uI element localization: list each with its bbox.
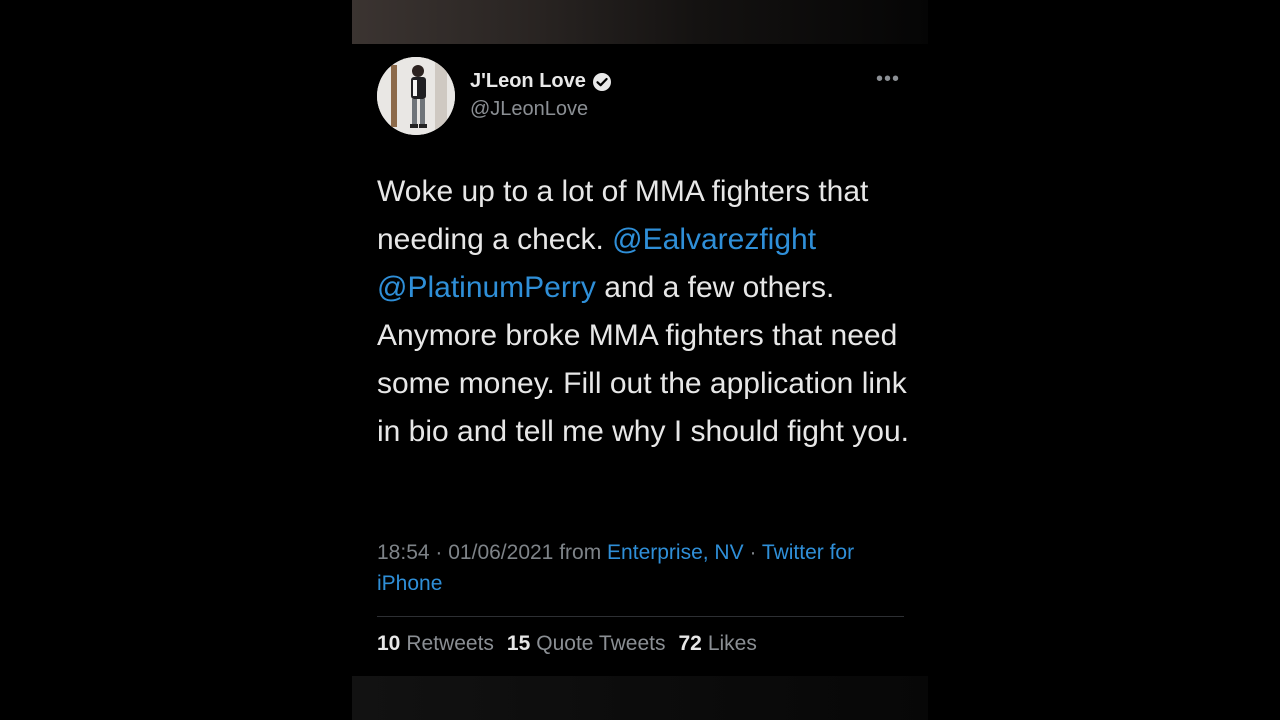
author-name-text: J'Leon Love (470, 70, 586, 92)
divider (377, 616, 904, 617)
retweets-count: 10 (377, 632, 401, 655)
quote-tweets-stat[interactable]: 15 Quote Tweets (507, 632, 666, 656)
retweets-label: Retweets (406, 632, 494, 655)
mention-ealvarezfight[interactable]: @Ealvarezfight (612, 223, 816, 256)
tweet-location-link[interactable]: Enterprise, NV (607, 541, 744, 564)
verified-badge-icon (592, 72, 611, 91)
more-options-icon[interactable]: ••• (876, 68, 900, 91)
tweet-time[interactable]: 18:54 (377, 541, 430, 564)
author-handle[interactable]: @JLeonLove (470, 98, 588, 121)
avatar-photo (377, 57, 455, 135)
tweet-text: Woke up to a lot of MMA fighters that ne… (377, 168, 917, 456)
likes-stat[interactable]: 72 Likes (678, 632, 756, 656)
avatar[interactable] (377, 57, 455, 135)
retweets-stat[interactable]: 10 Retweets (377, 632, 494, 656)
author-name[interactable]: J'Leon Love (470, 70, 612, 93)
from-label: from (559, 541, 602, 564)
mention-platinumperry[interactable]: @PlatinumPerry (377, 271, 596, 304)
quote-tweets-label: Quote Tweets (536, 632, 666, 655)
tweet-stats: 10 Retweets 15 Quote Tweets 72 Likes (377, 632, 757, 656)
meta-separator: · (435, 541, 443, 564)
quote-tweets-count: 15 (506, 632, 531, 655)
meta-separator: · (749, 541, 757, 564)
likes-label: Likes (707, 632, 757, 655)
tweet-meta: 18:54 · 01/06/2021 from Enterprise, NV ·… (377, 537, 897, 599)
bottom-blurred-strip (352, 676, 928, 720)
top-blurred-strip (352, 0, 928, 44)
tweet-panel: J'Leon Love @JLeonLove ••• Woke up to a … (352, 0, 928, 720)
likes-count: 72 (678, 632, 702, 655)
tweet-date[interactable]: 01/06/2021 (448, 541, 553, 564)
